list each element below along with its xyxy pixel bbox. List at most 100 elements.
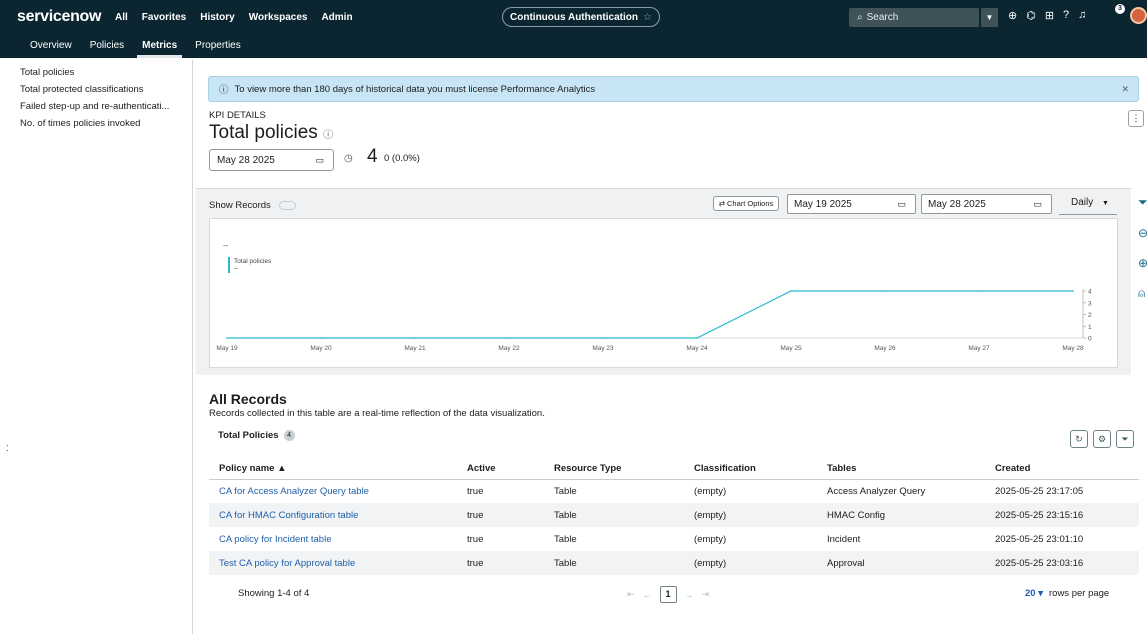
sidebar-item-failed-stepup[interactable]: Failed step-up and re-authenticati...	[0, 99, 192, 116]
cell-created: 2025-05-25 23:01:10	[995, 533, 1084, 545]
prev-page-icon[interactable]: ←	[643, 590, 652, 600]
filter-icon[interactable]: ⏷	[1116, 430, 1134, 448]
first-page-icon[interactable]: ⇤	[627, 589, 635, 600]
cell-tables: Approval	[817, 551, 985, 575]
data-point	[1072, 290, 1074, 292]
avatar[interactable]	[1130, 7, 1147, 24]
data-point	[508, 337, 510, 339]
info-icon[interactable]: ⓘ	[323, 130, 333, 141]
kpi-value: 4	[367, 146, 378, 167]
policy-link[interactable]: Test CA policy for Approval table	[209, 551, 457, 575]
chart-options-label: Chart Options	[727, 199, 774, 208]
table-header-row: Policy name ▲ Active Resource Type Class…	[209, 459, 1139, 480]
compare-icon[interactable]: ⊖	[1138, 226, 1147, 240]
calendar-icon[interactable]: ▭	[897, 199, 906, 210]
interval-select[interactable]: Daily ▼	[1059, 197, 1117, 215]
target-icon[interactable]: ⊕	[1138, 256, 1147, 270]
rows-per-page-select[interactable]: 20 ▾	[1025, 588, 1043, 599]
filter-icon[interactable]: ⏷	[1138, 195, 1147, 210]
data-point	[226, 337, 228, 339]
top-navigation-bar: servicenow All Favorites History Workspa…	[0, 0, 1147, 34]
search-scope-dropdown[interactable]: ▼	[981, 8, 998, 27]
end-date-value: May 28 2025	[928, 198, 986, 210]
table-row: CA for HMAC Configuration table true Tab…	[209, 503, 1139, 527]
cell-resource-type: Table	[544, 503, 684, 527]
star-icon[interactable]: ☆	[643, 12, 652, 23]
x-tick-label: May 24	[686, 345, 708, 352]
tab-metrics[interactable]: Metrics	[134, 40, 185, 58]
sidebar-item-policies-invoked[interactable]: No. of times policies invoked	[0, 116, 192, 133]
calendar-icon[interactable]: ▭	[315, 155, 324, 166]
column-header-created[interactable]: Created	[985, 459, 1139, 480]
nav-workspaces[interactable]: Workspaces	[249, 12, 308, 23]
globe-icon[interactable]: ⊕	[1008, 9, 1017, 22]
column-header-policy-name[interactable]: Policy name ▲	[209, 459, 457, 480]
gear-icon[interactable]: ⚙	[1093, 430, 1111, 448]
next-page-icon[interactable]: →	[685, 590, 694, 600]
end-date-input[interactable]: May 28 2025 ▭	[921, 194, 1052, 214]
data-point	[790, 290, 792, 292]
policy-link[interactable]: CA for Access Analyzer Query table	[209, 479, 457, 503]
pagination: Showing 1-4 of 4 ⇤ ← 1 → ⇥ 20 ▾ rows per…	[209, 582, 1139, 604]
tab-overview[interactable]: Overview	[22, 40, 80, 58]
page-title: Total policies ⓘ	[209, 122, 333, 144]
sidebar-item-total-policies[interactable]: Total policies	[0, 60, 192, 82]
x-tick-label: May 20	[310, 345, 332, 352]
nav-favorites[interactable]: Favorites	[142, 12, 186, 23]
showing-count: Showing 1-4 of 4	[238, 588, 310, 599]
y-tick-label: 1	[1088, 324, 1092, 331]
tab-policies[interactable]: Policies	[82, 40, 132, 58]
data-point	[696, 337, 698, 339]
current-page[interactable]: 1	[659, 586, 677, 603]
resize-handle[interactable]: ⁚	[6, 444, 9, 453]
annotation-icon[interactable]: ⍝	[1138, 286, 1147, 301]
calendar-icon[interactable]: ▭	[1033, 199, 1042, 210]
cell-active: true	[467, 485, 484, 497]
show-records-toggle[interactable]	[278, 201, 296, 210]
chart-side-tools: ⏷ ⊖ ⊕ ⍝	[1138, 195, 1147, 301]
info-icon: ⓘ	[219, 85, 229, 96]
column-header-resource-type[interactable]: Resource Type	[544, 459, 684, 480]
data-point	[884, 290, 886, 292]
chat-icon[interactable]: ⌬	[1026, 9, 1036, 22]
metrics-sidebar: Total policies Total protected classific…	[0, 60, 193, 634]
tab-properties[interactable]: Properties	[187, 40, 249, 58]
x-tick-label: May 28	[1062, 345, 1084, 352]
refresh-icon[interactable]: ↻	[1070, 430, 1088, 448]
bell-icon[interactable]: ♫	[1078, 9, 1086, 22]
x-tick-label: May 27	[968, 345, 990, 352]
help-icon[interactable]: ?	[1063, 9, 1069, 22]
cell-resource-type: Table	[554, 533, 577, 545]
more-options-button[interactable]: ⋮	[1128, 110, 1144, 127]
series-line-total-policies	[227, 290, 1073, 339]
data-point	[602, 337, 604, 339]
kpi-date-picker[interactable]: May 28 2025 ▭	[209, 149, 334, 171]
form-icon[interactable]: ⊞	[1045, 9, 1054, 22]
legend-series-sub: --	[234, 265, 238, 272]
last-page-icon[interactable]: ⇥	[702, 589, 710, 600]
chart-svg: --Total policies--01234May 19 May 20 May 2…	[216, 241, 1092, 352]
chart-options-button[interactable]: ⇄ Chart Options	[713, 196, 779, 211]
sidebar-item-protected-classifications[interactable]: Total protected classifications	[0, 82, 192, 99]
policy-link[interactable]: CA policy for Incident table	[209, 527, 457, 551]
legend-series-name: Total policies	[234, 258, 272, 265]
context-pill[interactable]: Continuous Authentication ☆	[502, 7, 660, 27]
search-icon: ⌕	[857, 12, 863, 23]
search-input[interactable]: ⌕ Search	[849, 8, 979, 27]
column-header-classification[interactable]: Classification	[684, 459, 817, 480]
kpi-change: 0 (0.0%)	[384, 153, 420, 164]
cell-created: 2025-05-25 23:15:16	[985, 503, 1139, 527]
column-header-active[interactable]: Active	[457, 459, 544, 480]
start-date-input[interactable]: May 19 2025 ▭	[787, 194, 916, 214]
nav-admin[interactable]: Admin	[321, 12, 352, 23]
policy-link[interactable]: CA for HMAC Configuration table	[209, 503, 457, 527]
y-tick-label: 4	[1088, 289, 1092, 296]
cell-resource-type: Table	[544, 551, 684, 575]
column-header-tables[interactable]: Tables	[817, 459, 985, 480]
close-icon[interactable]: ✕	[1121, 84, 1129, 95]
rows-per-page: 20 ▾ rows per page	[1025, 588, 1109, 599]
nav-all[interactable]: All	[115, 12, 128, 23]
servicenow-logo[interactable]: servicenow	[17, 8, 115, 26]
nav-history[interactable]: History	[200, 12, 234, 23]
clock-icon[interactable]: ◷	[344, 153, 353, 164]
